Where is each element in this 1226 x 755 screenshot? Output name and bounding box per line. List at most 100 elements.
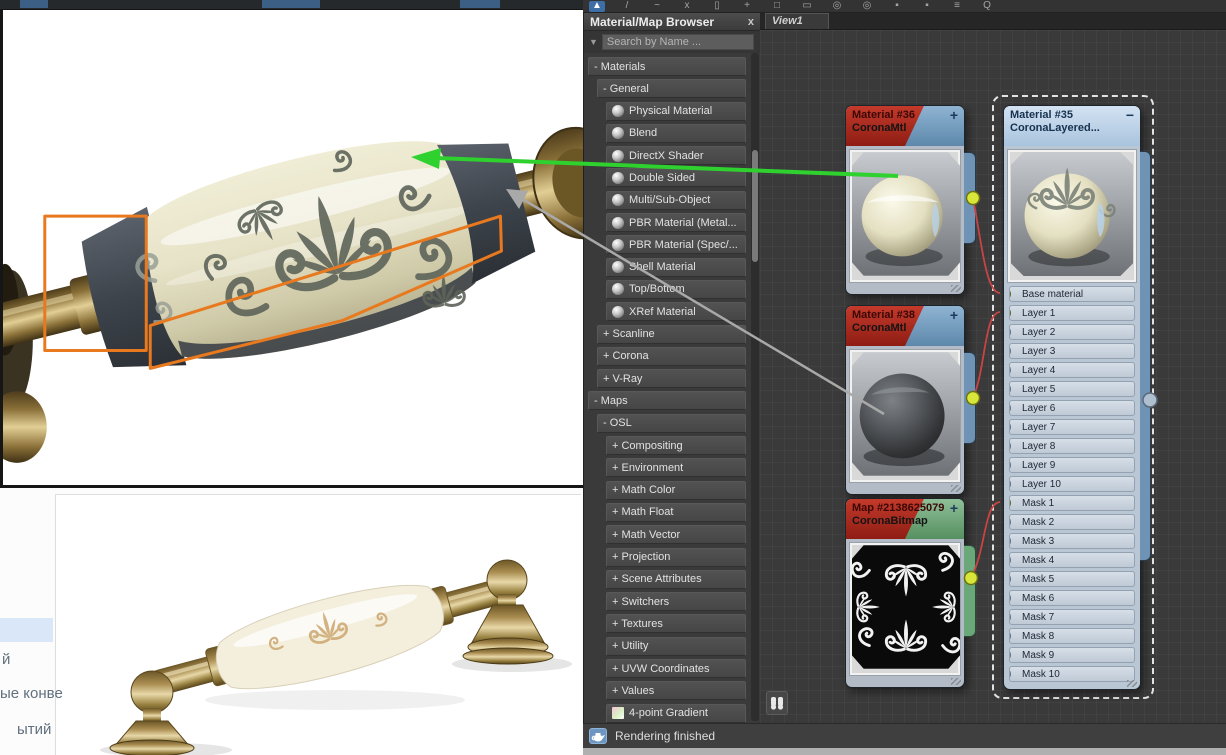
browser-item[interactable]: - Materials bbox=[588, 57, 746, 76]
material-slot[interactable]: Mask 1 bbox=[1009, 495, 1135, 511]
browser-item[interactable]: + Textures bbox=[606, 614, 746, 634]
browser-item[interactable]: + Projection bbox=[606, 547, 746, 567]
pan-tool-icon[interactable]: ~ bbox=[649, 1, 665, 12]
input-socket-icon[interactable] bbox=[1010, 364, 1011, 376]
material-slot[interactable]: Base material bbox=[1009, 286, 1135, 302]
browser-item[interactable]: Blend bbox=[606, 123, 746, 143]
material-slot[interactable]: Mask 6 bbox=[1009, 590, 1135, 606]
input-socket-icon[interactable] bbox=[1010, 516, 1011, 528]
browser-item[interactable]: Double Sided bbox=[606, 168, 746, 188]
input-socket-icon[interactable] bbox=[1010, 649, 1011, 661]
output-socket-bar[interactable] bbox=[1140, 151, 1151, 561]
close-icon[interactable]: x bbox=[748, 16, 754, 28]
material-slot[interactable]: Mask 5 bbox=[1009, 571, 1135, 587]
render-material-icon[interactable]: ◎ bbox=[859, 1, 875, 12]
material-slot[interactable]: Mask 4 bbox=[1009, 552, 1135, 568]
browser-item[interactable]: + Environment bbox=[606, 458, 746, 478]
material-slot[interactable]: Layer 8 bbox=[1009, 438, 1135, 454]
material-slot[interactable]: Layer 9 bbox=[1009, 457, 1135, 473]
resize-grip[interactable] bbox=[1127, 680, 1137, 687]
input-socket-icon[interactable] bbox=[1010, 554, 1011, 566]
browser-scrollbar[interactable] bbox=[751, 53, 759, 721]
resize-grip[interactable] bbox=[951, 678, 961, 685]
input-socket-icon[interactable] bbox=[1010, 326, 1011, 338]
expand-icon[interactable]: + bbox=[950, 500, 958, 516]
trash-icon[interactable]: ▯ bbox=[709, 1, 725, 12]
material-slot[interactable]: Layer 4 bbox=[1009, 362, 1135, 378]
node-material-35[interactable]: Material #35 CoronaLayered... − Base mat… bbox=[1003, 105, 1151, 690]
browser-title-bar[interactable]: Material/Map Browser x bbox=[584, 13, 760, 31]
browser-item[interactable]: + Math Float bbox=[606, 502, 746, 522]
input-socket-icon[interactable] bbox=[1010, 535, 1011, 547]
input-socket-icon[interactable] bbox=[1010, 668, 1011, 680]
resize-grip[interactable] bbox=[951, 485, 961, 492]
material-slot[interactable]: Layer 3 bbox=[1009, 343, 1135, 359]
material-slot[interactable]: Layer 2 bbox=[1009, 324, 1135, 340]
collapse-icon[interactable]: − bbox=[1126, 107, 1134, 123]
input-socket-icon[interactable] bbox=[1010, 478, 1011, 490]
output-socket-tab[interactable] bbox=[964, 352, 976, 444]
browser-item[interactable]: + V-Ray bbox=[597, 369, 746, 389]
browser-item[interactable]: + Math Vector bbox=[606, 525, 746, 545]
browser-item[interactable]: 4-point Gradient bbox=[606, 703, 746, 723]
move-tool-icon[interactable]: / bbox=[619, 1, 635, 12]
browser-item[interactable]: + UVW Coordinates bbox=[606, 659, 746, 679]
node-canvas[interactable]: Material #36 CoronaMtl + Material #38 Co… bbox=[760, 30, 1226, 723]
browser-item[interactable]: - OSL bbox=[597, 413, 746, 433]
show-background-icon[interactable]: ▪ bbox=[919, 1, 935, 12]
connect-nodes-icon[interactable]: + bbox=[739, 1, 755, 12]
expand-icon[interactable]: + bbox=[950, 307, 958, 323]
material-slot[interactable]: Mask 3 bbox=[1009, 533, 1135, 549]
browser-item[interactable]: Top/Bottom bbox=[606, 279, 746, 299]
material-slot[interactable]: Mask 8 bbox=[1009, 628, 1135, 644]
chevron-down-icon[interactable]: ▼ bbox=[589, 37, 598, 47]
input-socket-icon[interactable] bbox=[1010, 288, 1011, 300]
material-slot[interactable]: Mask 10 bbox=[1009, 666, 1135, 682]
node-material-38[interactable]: Material #38 CoronaMtl + bbox=[845, 305, 976, 495]
zoom-tool-icon[interactable]: Q bbox=[979, 1, 995, 12]
input-socket-icon[interactable] bbox=[1010, 459, 1011, 471]
browser-item[interactable]: Physical Material bbox=[606, 101, 746, 121]
browser-item[interactable]: XRef Material bbox=[606, 302, 746, 322]
tab-view1[interactable]: View1 bbox=[765, 13, 829, 29]
browser-item[interactable]: - General bbox=[597, 79, 746, 99]
browser-item[interactable]: DirectX Shader bbox=[606, 146, 746, 166]
show-grid-icon[interactable]: ▪ bbox=[889, 1, 905, 12]
material-slot[interactable]: Mask 7 bbox=[1009, 609, 1135, 625]
material-slot[interactable]: Layer 1 bbox=[1009, 305, 1135, 321]
input-socket-icon[interactable] bbox=[1010, 345, 1011, 357]
input-socket-icon[interactable] bbox=[1010, 497, 1011, 509]
browser-item[interactable]: + Switchers bbox=[606, 592, 746, 612]
browser-item[interactable]: Multi/Sub-Object bbox=[606, 190, 746, 210]
search-input[interactable] bbox=[601, 34, 754, 50]
scrollbar-thumb[interactable] bbox=[752, 150, 758, 262]
input-socket-icon[interactable] bbox=[1010, 592, 1011, 604]
browser-item[interactable]: + Math Color bbox=[606, 480, 746, 500]
browser-item[interactable]: - Maps bbox=[588, 391, 746, 411]
material-slot[interactable]: Layer 6 bbox=[1009, 400, 1135, 416]
browser-item[interactable]: + Scanline bbox=[597, 324, 746, 344]
input-socket-icon[interactable] bbox=[1010, 421, 1011, 433]
browser-item[interactable]: Shell Material bbox=[606, 257, 746, 277]
browser-item[interactable]: + Values bbox=[606, 681, 746, 701]
output-socket-tab[interactable] bbox=[964, 545, 976, 637]
expand-icon[interactable]: + bbox=[950, 107, 958, 123]
navigator-button[interactable] bbox=[766, 691, 788, 715]
layout-all-icon[interactable]: ≡ bbox=[949, 1, 965, 12]
render-map-icon[interactable]: ◎ bbox=[829, 1, 845, 12]
browser-item[interactable]: + Compositing bbox=[606, 436, 746, 456]
browser-item[interactable]: + Utility bbox=[606, 636, 746, 656]
input-socket-icon[interactable] bbox=[1010, 573, 1011, 585]
browser-item[interactable]: PBR Material (Metal... bbox=[606, 213, 746, 233]
resize-grip[interactable] bbox=[951, 285, 961, 292]
select-tool-icon[interactable]: ▲ bbox=[589, 1, 605, 12]
node-corona-bitmap[interactable]: Map #2138625079 CoronaBitmap + bbox=[845, 498, 976, 688]
browser-item[interactable]: PBR Material (Spec/... bbox=[606, 235, 746, 255]
input-socket-icon[interactable] bbox=[1010, 383, 1011, 395]
output-socket-tab[interactable] bbox=[964, 152, 976, 244]
input-socket-icon[interactable] bbox=[1010, 402, 1011, 414]
input-socket-icon[interactable] bbox=[1010, 440, 1011, 452]
input-socket-icon[interactable] bbox=[1010, 307, 1011, 319]
input-socket-icon[interactable] bbox=[1010, 611, 1011, 623]
layout-children-icon[interactable]: □ bbox=[769, 1, 785, 12]
